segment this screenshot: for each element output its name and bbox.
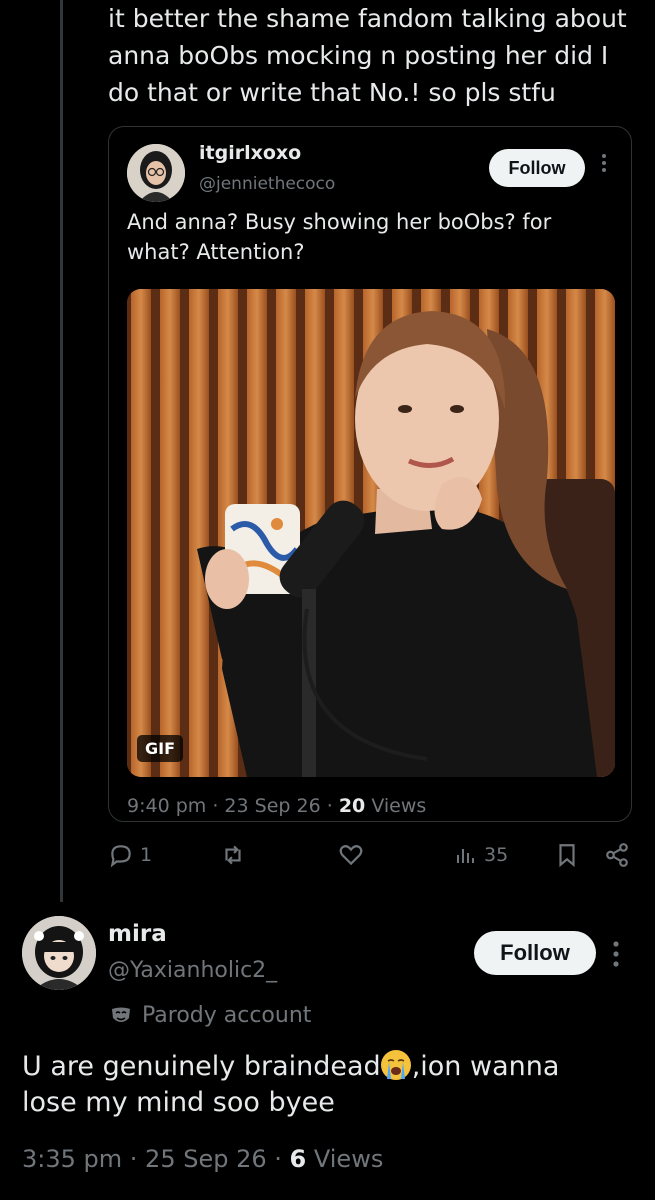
share-icon <box>606 843 628 867</box>
reply-line-3: do that or write that No.! so pls stfu <box>108 78 556 107</box>
more-options-icon[interactable] <box>612 940 620 972</box>
tweet-meta: 3:35 pm · 25 Sep 26 · 6 Views <box>22 1145 384 1173</box>
quoted-views-label: Views <box>371 795 427 817</box>
tweet-date[interactable]: 25 Sep 26 <box>145 1145 267 1173</box>
tweet-views-count: 6 <box>289 1145 307 1173</box>
like-action[interactable] <box>338 842 364 868</box>
user-avatar[interactable] <box>22 916 96 990</box>
quoted-text-line-1: And anna? Busy showing her boObs? for <box>127 210 552 234</box>
loudly-crying-face-icon <box>380 1050 411 1080</box>
bookmark-action[interactable] <box>554 842 580 868</box>
share-action[interactable] <box>604 842 630 868</box>
quoted-time[interactable]: 9:40 pm <box>127 795 206 817</box>
tweet-time[interactable]: 3:35 pm <box>22 1145 122 1173</box>
heart-icon <box>339 845 363 866</box>
quoted-date[interactable]: 23 Sep 26 <box>224 795 320 817</box>
quoted-tweet-meta: 9:40 pm · 23 Sep 26 · 20 Views <box>127 795 427 817</box>
reply-line-2: anna boObs mocking n posting her did I <box>108 41 609 70</box>
analytics-icon <box>457 849 474 863</box>
reply-icon <box>110 845 131 868</box>
thread-connector-line <box>60 0 63 902</box>
repost-action[interactable] <box>220 842 246 868</box>
tweet-views-label: Views <box>313 1145 384 1173</box>
reply-count: 1 <box>140 844 153 866</box>
tweet-text-line-2: lose my mind soo byee <box>22 1087 335 1118</box>
quoted-tweet-card[interactable]: itgirlxoxo @jenniethecoco Follow And ann… <box>108 126 632 822</box>
analytics-action[interactable]: 35 <box>454 842 508 868</box>
quoted-tweet-text: And anna? Busy showing her boObs? for wh… <box>127 207 607 267</box>
parody-text: Parody account <box>142 1003 312 1028</box>
display-name[interactable]: mira <box>108 921 167 947</box>
quoted-follow-button[interactable]: Follow <box>489 149 585 187</box>
gif-preview-image <box>127 289 615 777</box>
user-handle[interactable]: @Yaxianholic2_ <box>108 958 277 983</box>
tweet-text: U are genuinely braindead ,ion wanna lose… <box>22 1049 632 1121</box>
parody-mask-icon <box>112 1007 130 1022</box>
quoted-handle[interactable]: @jenniethecoco <box>199 174 335 194</box>
quoted-gif-media[interactable]: GIF <box>127 289 615 777</box>
quoted-text-line-2: what? Attention? <box>127 240 305 264</box>
tweet-text-part-2: ,ion wanna <box>411 1051 560 1082</box>
quoted-views-count: 20 <box>338 795 366 817</box>
reply-action[interactable]: 1 <box>108 842 152 868</box>
tweet-action-bar: 1 35 <box>108 842 633 878</box>
repost-icon <box>225 845 241 865</box>
parody-label: Parody account <box>110 1003 311 1028</box>
reply-tweet-text: it better the shame fandom talking about… <box>108 0 638 111</box>
tweet-text-line-1: U are genuinely braindead ,ion wanna <box>22 1049 632 1085</box>
quoted-user-avatar[interactable] <box>127 144 185 202</box>
follow-button[interactable]: Follow <box>474 931 596 975</box>
tweet-text-part-1: U are genuinely braindead <box>22 1051 381 1082</box>
reply-line-1: it better the shame fandom talking about <box>108 4 627 33</box>
analytics-count: 35 <box>484 844 509 866</box>
gif-badge: GIF <box>137 735 184 762</box>
quoted-more-icon[interactable] <box>599 153 609 173</box>
quoted-display-name[interactable]: itgirlxoxo <box>199 142 301 164</box>
bookmark-icon <box>559 844 575 868</box>
